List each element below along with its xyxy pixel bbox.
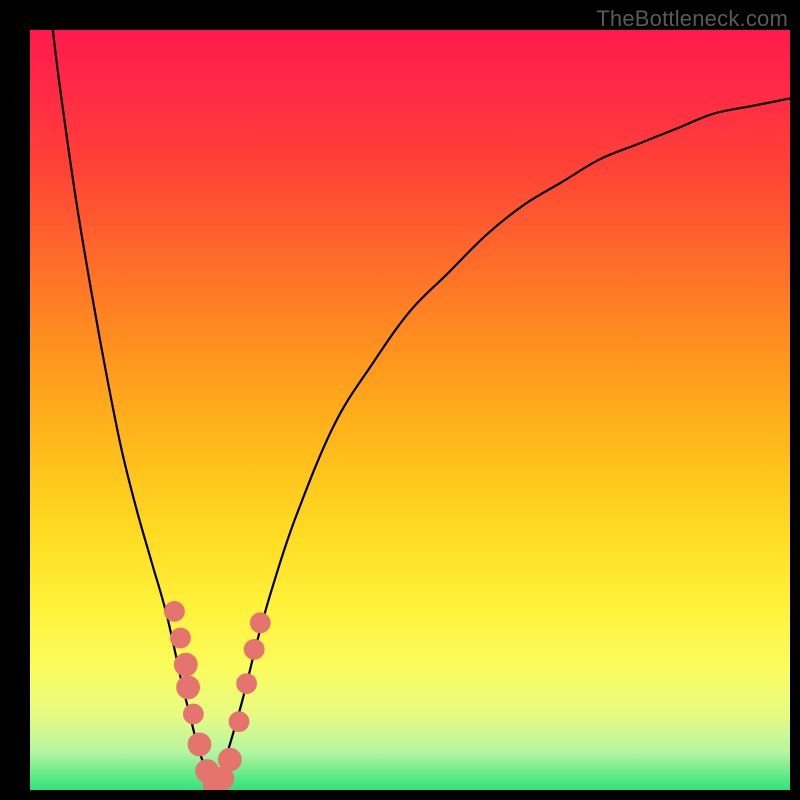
chart-frame: TheBottleneck.com (0, 0, 800, 800)
data-marker (184, 704, 204, 724)
data-marker (171, 628, 191, 648)
data-marker (165, 602, 185, 622)
data-marker (229, 712, 249, 732)
data-marker (244, 640, 264, 660)
marker-group (165, 602, 271, 790)
right-curve (212, 98, 790, 790)
data-marker (174, 653, 197, 676)
chart-svg (30, 30, 790, 790)
data-marker (237, 674, 257, 694)
watermark-text: TheBottleneck.com (596, 6, 788, 32)
data-marker (188, 733, 211, 756)
data-marker (218, 748, 241, 771)
data-marker (177, 676, 200, 699)
plot-area (30, 30, 790, 790)
data-marker (250, 613, 270, 633)
